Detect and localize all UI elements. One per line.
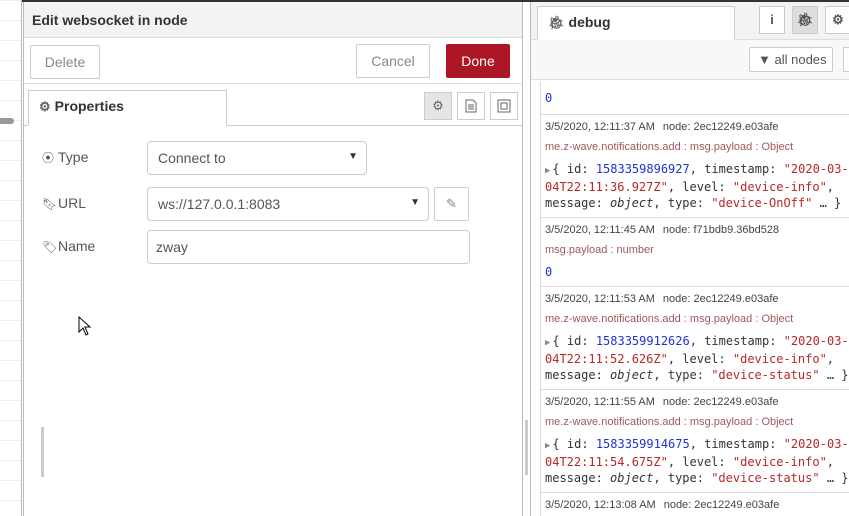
- message-topic: me.z-wave.notifications.add : msg.payloa…: [545, 141, 794, 153]
- message-value: 0: [545, 91, 553, 105]
- debug-toolbar: ▼ all nodes: [531, 40, 849, 80]
- description-tab-button[interactable]: [457, 92, 485, 120]
- type-label: Type: [58, 149, 89, 165]
- gear-icon: ⚙: [832, 12, 844, 27]
- type-select-value: Connect to: [158, 150, 226, 166]
- url-label: URL: [58, 195, 87, 211]
- message-value: 0: [545, 265, 553, 279]
- message-topic: me.z-wave.notifications.add : msg.payloa…: [545, 416, 794, 428]
- delete-button[interactable]: Delete: [30, 45, 100, 79]
- message-node[interactable]: node: f71bdb9.36bd528: [663, 224, 779, 236]
- done-button[interactable]: Done: [446, 44, 510, 78]
- info-tab-button[interactable]: i: [759, 6, 785, 34]
- message-value[interactable]: ▶{ id: 1583359912626, timestamp: "2020-0…: [545, 333, 849, 383]
- cancel-button[interactable]: Cancel: [356, 44, 430, 78]
- debug-tab-button[interactable]: 🐞︎: [792, 6, 818, 34]
- url-select[interactable]: ws://127.0.0.1:8083 ▼: [147, 187, 429, 221]
- tray-toolbar: Delete Cancel Done: [24, 38, 522, 84]
- sidebar-header: 🐞︎ debug i 🐞︎ ⚙: [531, 2, 849, 40]
- sidebar: 🐞︎ debug i 🐞︎ ⚙ ▼ all nodes 0 3/5/2020, 1…: [530, 2, 849, 516]
- message-time: 3/5/2020, 12:11:37 AM: [545, 121, 655, 133]
- message-time: 3/5/2020, 12:11:55 AM: [545, 396, 655, 408]
- tab-debug-label: debug: [568, 14, 611, 30]
- list-item[interactable]: 3/5/2020, 12:13:08 AM node: 2ec12249.e03a…: [541, 493, 849, 516]
- edit-url-button[interactable]: ✎: [434, 187, 469, 221]
- debug-message-list[interactable]: 0 3/5/2020, 12:11:37 AM node: 2ec12249.e0…: [540, 82, 849, 516]
- appearance-icon: [497, 99, 511, 113]
- caret-down-icon: ▼: [348, 151, 358, 162]
- list-item[interactable]: 0: [541, 82, 849, 115]
- list-item[interactable]: 3/5/2020, 12:11:37 AM node: 2ec12249.e03a…: [541, 115, 849, 218]
- expand-icon[interactable]: ▶: [545, 338, 550, 348]
- name-input[interactable]: zway: [147, 230, 470, 264]
- expand-icon[interactable]: ▶: [545, 441, 550, 451]
- message-node[interactable]: node: 2ec12249.e03afe: [663, 121, 779, 133]
- bug-icon: 🐞︎: [796, 12, 814, 27]
- radio-dot-icon: ⦿: [42, 151, 55, 165]
- message-node[interactable]: node: 2ec12249.e03afe: [663, 396, 779, 408]
- tag-icon: 🏷︎: [42, 240, 58, 254]
- url-select-value: ws://127.0.0.1:8083: [158, 196, 281, 212]
- mouse-cursor-icon: [78, 316, 92, 336]
- sidebar-resize-handle[interactable]: [525, 420, 528, 475]
- info-icon: i: [770, 12, 774, 27]
- bookmark-icon: 🔖︎: [42, 197, 58, 211]
- filter-icon: ▼: [758, 52, 771, 67]
- list-item[interactable]: 3/5/2020, 12:11:55 AM node: 2ec12249.e03a…: [541, 390, 849, 493]
- message-time: 3/5/2020, 12:13:08 AM: [545, 499, 656, 511]
- resize-handle[interactable]: [41, 427, 44, 477]
- edit-tray: Edit websocket in node Delete Cancel Don…: [23, 2, 523, 516]
- config-tab-button[interactable]: ⚙: [825, 6, 849, 34]
- message-value[interactable]: ▶{ id: 1583359896927, timestamp: "2020-0…: [545, 161, 849, 211]
- list-item[interactable]: 3/5/2020, 12:11:53 AM node: 2ec12249.e03a…: [541, 287, 849, 390]
- bug-icon: 🐞︎: [548, 15, 565, 30]
- pencil-icon: ✎: [446, 196, 457, 211]
- tab-properties-label: Properties: [54, 98, 124, 114]
- name-label: Name: [58, 238, 96, 254]
- message-time: 3/5/2020, 12:11:53 AM: [545, 293, 655, 305]
- message-node[interactable]: node: 2ec12249.e03afe: [664, 499, 780, 511]
- message-time: 3/5/2020, 12:11:45 AM: [545, 224, 655, 236]
- message-value[interactable]: ▶{ id: 1583359914675, timestamp: "2020-0…: [545, 436, 849, 486]
- filter-all-nodes-button[interactable]: ▼ all nodes: [749, 47, 833, 72]
- appearance-tab-button[interactable]: [490, 92, 518, 120]
- properties-tab-button[interactable]: ⚙: [424, 92, 452, 120]
- flow-node-stub[interactable]: [0, 118, 14, 124]
- type-select[interactable]: Connect to ▼: [147, 141, 367, 175]
- message-topic: me.z-wave.notifications.add : msg.payloa…: [545, 313, 794, 325]
- tray-title: Edit websocket in node: [24, 2, 522, 38]
- tab-properties[interactable]: ⚙ Properties: [28, 90, 227, 126]
- tab-debug[interactable]: 🐞︎ debug: [537, 6, 735, 40]
- gear-icon: ⚙: [39, 99, 51, 114]
- list-item[interactable]: 3/5/2020, 12:11:45 AM node: f71bdb9.36bd5…: [541, 218, 849, 287]
- expand-icon[interactable]: ▶: [545, 166, 550, 176]
- message-node[interactable]: node: 2ec12249.e03afe: [663, 293, 779, 305]
- tray-tabs: ⚙ Properties ⚙: [24, 90, 522, 126]
- clear-button[interactable]: [843, 47, 849, 72]
- document-icon: [465, 99, 477, 113]
- filter-label: all nodes: [774, 52, 827, 67]
- message-topic: msg.payload : number: [545, 244, 654, 256]
- gear-icon: ⚙: [432, 98, 444, 113]
- caret-down-icon: ▼: [410, 197, 420, 208]
- flow-workspace[interactable]: [0, 0, 22, 516]
